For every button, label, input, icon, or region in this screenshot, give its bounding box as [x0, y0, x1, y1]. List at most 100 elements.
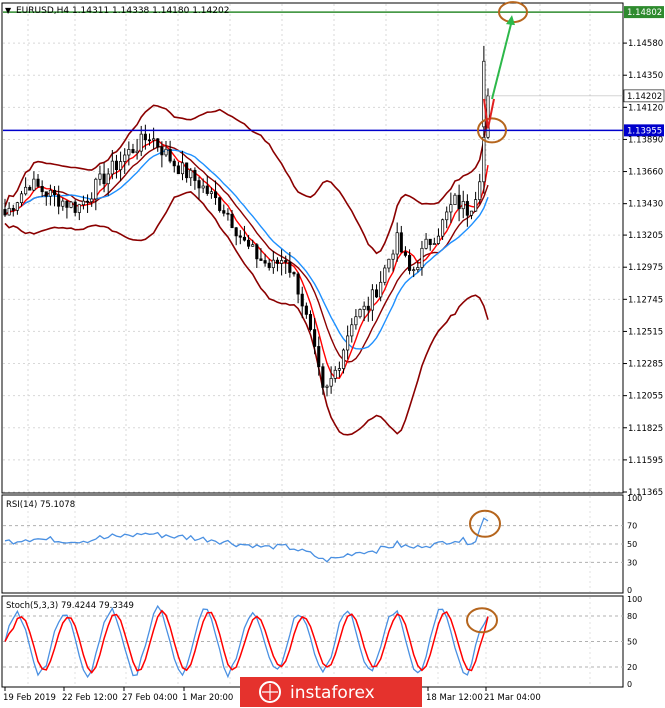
- candle: [139, 133, 143, 152]
- candle: [284, 260, 288, 263]
- candle: [275, 259, 280, 264]
- candle: [482, 60, 486, 128]
- candle: [379, 281, 383, 298]
- stoch-label: Stoch(5,3,3) 79.4244 79.3349: [6, 601, 134, 611]
- candle: [432, 243, 436, 245]
- candle: [391, 253, 395, 260]
- candle: [263, 260, 267, 264]
- candle: [11, 207, 15, 211]
- candle: [176, 165, 180, 175]
- candle: [366, 305, 370, 311]
- price-tick-label: 1.12515: [628, 327, 663, 337]
- candle: [362, 305, 366, 310]
- stoch-tick-label: 0: [627, 680, 632, 689]
- candle: [453, 194, 457, 205]
- candle: [412, 269, 416, 272]
- candle: [61, 200, 65, 207]
- candle: [209, 191, 213, 194]
- candle: [48, 189, 52, 197]
- price-tick-label: 1.11825: [628, 424, 663, 434]
- candle: [222, 210, 226, 214]
- rsi-tick-label: 0: [627, 586, 632, 595]
- candle: [478, 181, 482, 200]
- candle: [251, 244, 255, 247]
- current-price-label: 1.14202: [627, 92, 662, 102]
- candle: [424, 238, 428, 249]
- candle: [77, 204, 81, 213]
- candle: [19, 193, 24, 204]
- stoch-tick-label: 50: [627, 638, 637, 647]
- candle: [213, 191, 218, 199]
- candle: [205, 185, 209, 194]
- candle: [193, 169, 197, 181]
- level-price-label: 1.14802: [627, 8, 662, 18]
- candle: [341, 349, 346, 369]
- time-tick-label: 1 Mar 20:00: [182, 693, 233, 703]
- candle: [387, 258, 391, 269]
- rsi-tick-label: 30: [627, 558, 637, 567]
- main-panel: [1, 2, 624, 494]
- time-tick-label: 19 Feb 2019: [3, 693, 56, 703]
- price-tick-label: 1.14580: [628, 39, 663, 49]
- candle: [180, 162, 185, 175]
- candle: [44, 191, 48, 197]
- candle: [370, 289, 374, 311]
- price-tick-label: 1.13205: [628, 231, 663, 241]
- candle: [226, 212, 230, 215]
- candle: [114, 160, 119, 171]
- candle: [3, 209, 7, 216]
- instaforex-watermark: instaforex: [240, 677, 422, 707]
- candle: [28, 186, 32, 191]
- candle: [110, 160, 114, 175]
- candle: [428, 238, 432, 245]
- rsi-tick-label: 70: [627, 522, 637, 531]
- time-tick-label: 18 Mar 12:00: [426, 693, 483, 703]
- price-tick-label: 1.12745: [628, 295, 663, 305]
- price-tick-label: 1.13430: [628, 200, 663, 210]
- candle: [408, 255, 412, 271]
- price-tick-label: 1.13660: [628, 168, 663, 178]
- candle: [374, 289, 379, 298]
- price-tick-label: 1.14350: [628, 71, 663, 81]
- candle: [469, 210, 474, 216]
- stoch-tick-label: 20: [627, 663, 637, 672]
- candle: [436, 235, 441, 244]
- candle: [65, 200, 69, 208]
- candle: [230, 213, 234, 229]
- candle: [156, 138, 160, 148]
- rsi-label: RSI(14) 75.1078: [6, 500, 75, 510]
- price-tick-label: 1.11595: [628, 456, 663, 466]
- candle: [197, 180, 201, 189]
- candle: [218, 197, 222, 211]
- candle: [346, 335, 350, 351]
- candle: [280, 260, 284, 264]
- price-tick-label: 1.12285: [628, 360, 663, 370]
- candle: [86, 200, 90, 203]
- candle: [98, 173, 102, 180]
- candle: [474, 199, 478, 212]
- candle: [304, 305, 308, 315]
- price-tick-label: 1.12975: [628, 263, 663, 273]
- candle: [189, 169, 193, 179]
- candle: [123, 154, 127, 162]
- candle: [441, 219, 445, 237]
- candle: [329, 378, 333, 387]
- symbol-header: EURUSD,H4 1.14311 1.14338 1.14180 1.1420…: [16, 6, 229, 16]
- time-tick-label: 27 Feb 04:00: [122, 693, 178, 703]
- candle: [255, 244, 259, 260]
- candle: [147, 139, 152, 142]
- candle: [160, 146, 164, 156]
- candle: [267, 262, 271, 269]
- price-tick-label: 1.14120: [628, 103, 663, 113]
- chart-canvas: 1.148021.139551.14202 1.145801.143501.14…: [1, 1, 665, 707]
- candle: [288, 261, 292, 273]
- collapse-triangle-icon[interactable]: ▼: [5, 6, 12, 15]
- candle: [32, 178, 36, 191]
- candle: [465, 201, 469, 216]
- candle: [164, 148, 168, 156]
- candle: [238, 235, 242, 238]
- candle: [296, 273, 300, 295]
- candle: [24, 186, 28, 195]
- candle: [127, 149, 131, 156]
- candle: [420, 247, 424, 268]
